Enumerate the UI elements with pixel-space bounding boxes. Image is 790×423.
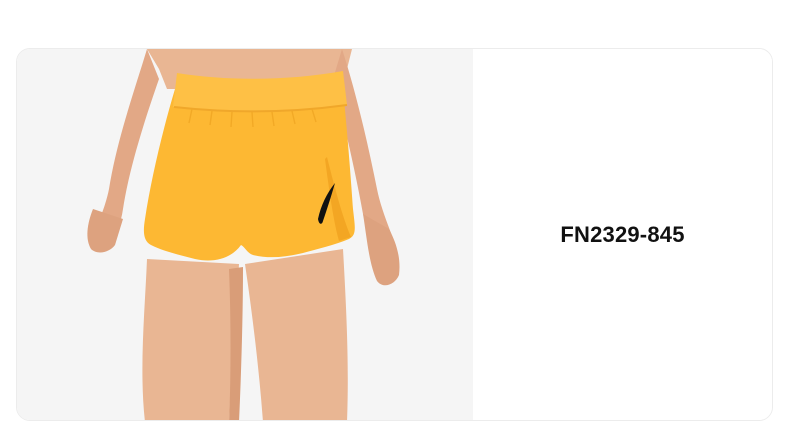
product-style-code: FN2329-845 <box>560 221 685 247</box>
right-leg <box>245 249 348 420</box>
product-card[interactable]: FN2329-845 <box>16 48 773 421</box>
product-image[interactable] <box>17 49 473 420</box>
product-photo-illustration <box>87 49 400 420</box>
leg-shadow <box>229 267 243 420</box>
left-leg <box>142 259 239 420</box>
product-info-panel: FN2329-845 <box>473 49 772 420</box>
shorts-body <box>143 89 355 261</box>
right-hand <box>363 214 400 286</box>
